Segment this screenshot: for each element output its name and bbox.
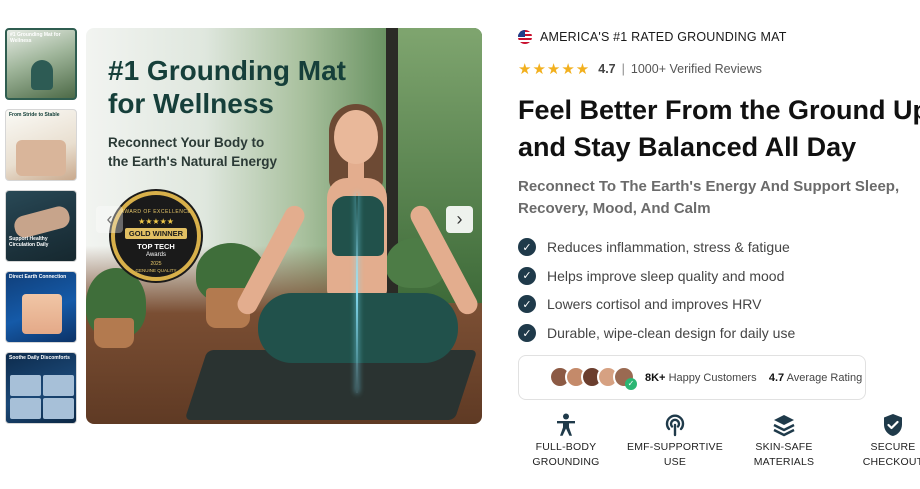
award-badge: AWARD OF EXCELLENCE ★★★★★ GOLD WINNER TO…: [111, 191, 201, 281]
feature-label: USE: [663, 456, 687, 468]
thumbnail-1[interactable]: #1 Grounding Mat for Wellness: [5, 28, 77, 100]
hero-title: #1 Grounding Mat for Wellness: [108, 54, 346, 120]
review-count: 1000+ Verified Reviews: [630, 62, 762, 76]
check-circle-icon: ✓: [518, 266, 536, 285]
us-flag-icon: [518, 30, 532, 44]
feature-label: EMF-SUPPORTIVE: [627, 441, 723, 453]
badge-stars: ★★★★★: [138, 217, 174, 226]
headline-line: Feel Better From the Ground Up: [518, 95, 920, 125]
thumbnail-5[interactable]: Soothe Daily Discomforts: [5, 352, 77, 424]
thumbnail-figure: [22, 294, 62, 334]
chevron-left-icon: ‹: [106, 209, 113, 229]
main-product-image: #1 Grounding Mat for Wellness Reconnect …: [86, 28, 482, 424]
feature-label: CHECKOUT: [862, 456, 920, 468]
feature-emf: EMF-SUPPORTIVE USE: [625, 412, 725, 470]
hero-title-line: for Wellness: [108, 88, 274, 119]
feature-secure-checkout: SECURE CHECKOUT: [843, 412, 920, 470]
verified-check-icon: ✓: [625, 377, 637, 390]
benefit-text: Lowers cortisol and improves HRV: [547, 296, 762, 313]
feature-label: SKIN-SAFE: [755, 441, 813, 453]
benefit-text: Helps improve sleep quality and mood: [547, 267, 785, 284]
product-headline: Feel Better From the Ground Up and Stay …: [518, 92, 920, 166]
feature-label: MATERIALS: [753, 456, 815, 468]
person-legs: [258, 293, 458, 363]
feature-icons-row: FULL-BODY GROUNDING EMF-SUPPORTIVE USE S…: [518, 412, 920, 474]
benefit-item: ✓ Durable, wipe-clean design for daily us…: [518, 319, 795, 348]
shield-check-icon: [843, 412, 920, 438]
rated-text: AMERICA'S #1 RATED GROUNDING MAT: [540, 30, 787, 44]
rated-banner: AMERICA'S #1 RATED GROUNDING MAT: [518, 30, 787, 44]
thumbnail-4[interactable]: Direct Earth Connection: [5, 271, 77, 343]
check-circle-icon: ✓: [518, 238, 536, 257]
benefit-text: Durable, wipe-clean design for daily use: [547, 325, 796, 342]
check-circle-icon: ✓: [518, 295, 536, 314]
feature-label: GROUNDING: [532, 456, 600, 468]
rating-score: 4.7: [598, 62, 616, 76]
hero-title-line: #1 Grounding Mat: [108, 55, 346, 86]
thumbnail-caption: From Stride to Stable: [9, 112, 60, 118]
social-proof-box: ✓ 8K+ Happy Customers 4.7 Average Rating: [518, 355, 866, 400]
customer-avatars: ✓: [549, 365, 637, 390]
benefit-item: ✓ Lowers cortisol and improves HRV: [518, 290, 795, 319]
badge-year: 2025: [150, 261, 162, 267]
badge-bottom-text: GENUINE QUALITY: [135, 268, 177, 273]
check-circle-icon: ✓: [518, 324, 536, 343]
thumbnail-figure: [16, 140, 66, 176]
benefit-item: ✓ Reduces inflammation, stress & fatigue: [518, 233, 795, 262]
customers-count: 8K+: [645, 371, 666, 384]
product-subheadline: Reconnect To The Earth's Energy And Supp…: [518, 176, 899, 220]
customers-label: Happy Customers: [668, 371, 757, 384]
star-rating-icon: ★★★★★: [518, 61, 591, 78]
thumbnail-figure: [10, 375, 74, 419]
feature-full-body: FULL-BODY GROUNDING: [516, 412, 616, 470]
benefit-item: ✓ Helps improve sleep quality and mood: [518, 262, 795, 291]
feature-skin-safe: SKIN-SAFE MATERIALS: [734, 412, 834, 470]
thumbnail-caption: Direct Earth Connection: [9, 274, 67, 280]
thumbnail-2[interactable]: From Stride to Stable: [5, 109, 77, 181]
badge-tech-text: TOP TECH: [137, 242, 175, 251]
layers-icon: [734, 412, 834, 438]
person-top: [332, 196, 384, 256]
signal-icon: [625, 412, 725, 438]
person-icon: [516, 412, 616, 438]
thumbnail-figure: [31, 60, 53, 90]
social-proof-text: 8K+ Happy Customers 4.7 Average Rating: [645, 372, 862, 384]
hero-subtitle: Reconnect Your Body to the Earth's Natur…: [108, 133, 277, 171]
rating-row[interactable]: ★★★★★ 4.7 | 1000+ Verified Reviews: [518, 60, 762, 78]
thumbnail-list: #1 Grounding Mat for Wellness From Strid…: [5, 28, 78, 433]
subheadline-line: Reconnect To The Earth's Energy And Supp…: [518, 178, 900, 195]
average-rating-label: Average Rating: [786, 371, 863, 384]
plant-pot: [94, 318, 134, 348]
rating-separator: |: [621, 62, 625, 76]
subheadline-line: Recovery, Mood, And Calm: [518, 200, 711, 217]
headline-line: and Stay Balanced All Day: [518, 132, 857, 162]
prev-image-button[interactable]: ‹: [96, 206, 123, 233]
badge-awards-text: Awards: [146, 252, 166, 258]
chevron-right-icon: ›: [456, 209, 463, 229]
thumbnail-3[interactable]: Support Healthy Circulation Daily: [5, 190, 77, 262]
hero-subtitle-line: Reconnect Your Body to: [108, 135, 265, 150]
badge-top-text: AWARD OF EXCELLENCE: [120, 209, 192, 215]
thumbnail-caption: #1 Grounding Mat for Wellness: [10, 32, 61, 44]
benefits-list: ✓ Reduces inflammation, stress & fatigue …: [518, 233, 795, 347]
badge-gold-text: GOLD WINNER: [125, 228, 187, 239]
average-rating-value: 4.7: [768, 371, 785, 384]
next-image-button[interactable]: ›: [446, 206, 473, 233]
energy-line: [356, 193, 358, 393]
thumbnail-caption: Soothe Daily Discomforts: [9, 355, 70, 361]
thumbnail-figure: [12, 204, 72, 240]
thumbnail-caption: Support Healthy Circulation Daily: [9, 236, 49, 248]
feature-label: FULL-BODY: [535, 441, 597, 453]
benefit-text: Reduces inflammation, stress & fatigue: [547, 239, 790, 256]
hero-subtitle-line: the Earth's Natural Energy: [108, 154, 278, 169]
feature-label: SECURE: [870, 441, 916, 453]
